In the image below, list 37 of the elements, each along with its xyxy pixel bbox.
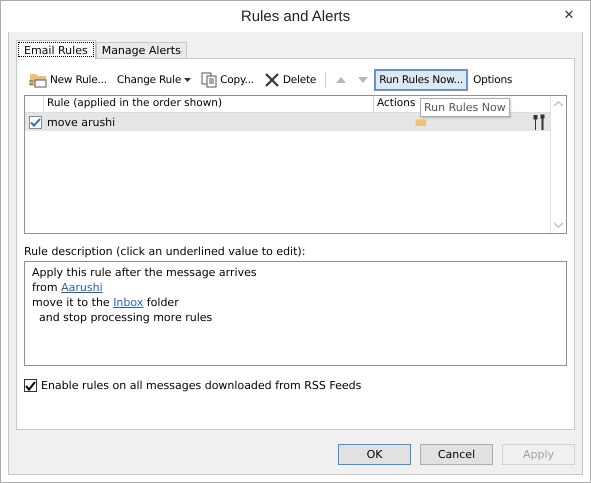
- scroll-down-icon: [554, 222, 563, 228]
- toolbar-button[interactable]: Delete: [258, 69, 322, 91]
- tools-icon: [532, 114, 546, 130]
- checkbox[interactable]: [29, 116, 42, 128]
- scroll-up-icon: [554, 101, 563, 107]
- folder-icon: [413, 118, 429, 126]
- toolbar-button[interactable]: Run Rules Now...: [374, 69, 468, 91]
- rule-name: move arushi: [47, 116, 116, 128]
- delete-icon: [264, 72, 280, 88]
- link[interactable]: Inbox: [113, 296, 144, 309]
- checkbox-label: Enable rules on all messages downloaded from RSS Feeds: [41, 379, 362, 392]
- copy-icon: [201, 72, 218, 88]
- checkbox[interactable]: [24, 379, 37, 392]
- column-header[interactable]: Rule (applied in the order shown): [44, 96, 374, 112]
- rule-row[interactable]: move arushi: [25, 113, 550, 131]
- tooltip: Run Rules Now: [420, 98, 510, 117]
- description-label: Rule description (click an underlined value to edit):: [24, 245, 306, 258]
- toolbar-button[interactable]: New Rule...: [24, 69, 112, 91]
- dialog-button[interactable]: OK: [338, 444, 411, 465]
- toolbar-button[interactable]: Options: [468, 69, 518, 91]
- scrollbar[interactable]: [550, 96, 566, 233]
- description-line: Apply this rule after the message arrives: [32, 265, 258, 280]
- up-arrow-icon: [335, 76, 348, 84]
- toolbar-button[interactable]: Change Rule: [112, 69, 196, 91]
- new-rule-icon: [29, 72, 47, 88]
- tab[interactable]: Manage Alerts: [96, 42, 187, 58]
- description-line: move it to the Inbox folder: [32, 295, 180, 310]
- down-arrow-icon: [357, 76, 370, 84]
- dialog-button[interactable]: Cancel: [420, 444, 493, 465]
- caret-icon: [184, 78, 192, 82]
- toolbar-button[interactable]: Copy...: [196, 69, 259, 91]
- tab[interactable]: Email Rules: [16, 40, 96, 59]
- description-line: from Aarushi: [32, 280, 104, 295]
- description-line: and stop processing more rules: [38, 310, 214, 325]
- close-button[interactable]: ✕: [558, 3, 580, 25]
- link[interactable]: Aarushi: [61, 281, 103, 294]
- window-title: Rules and Alerts: [240, 8, 350, 25]
